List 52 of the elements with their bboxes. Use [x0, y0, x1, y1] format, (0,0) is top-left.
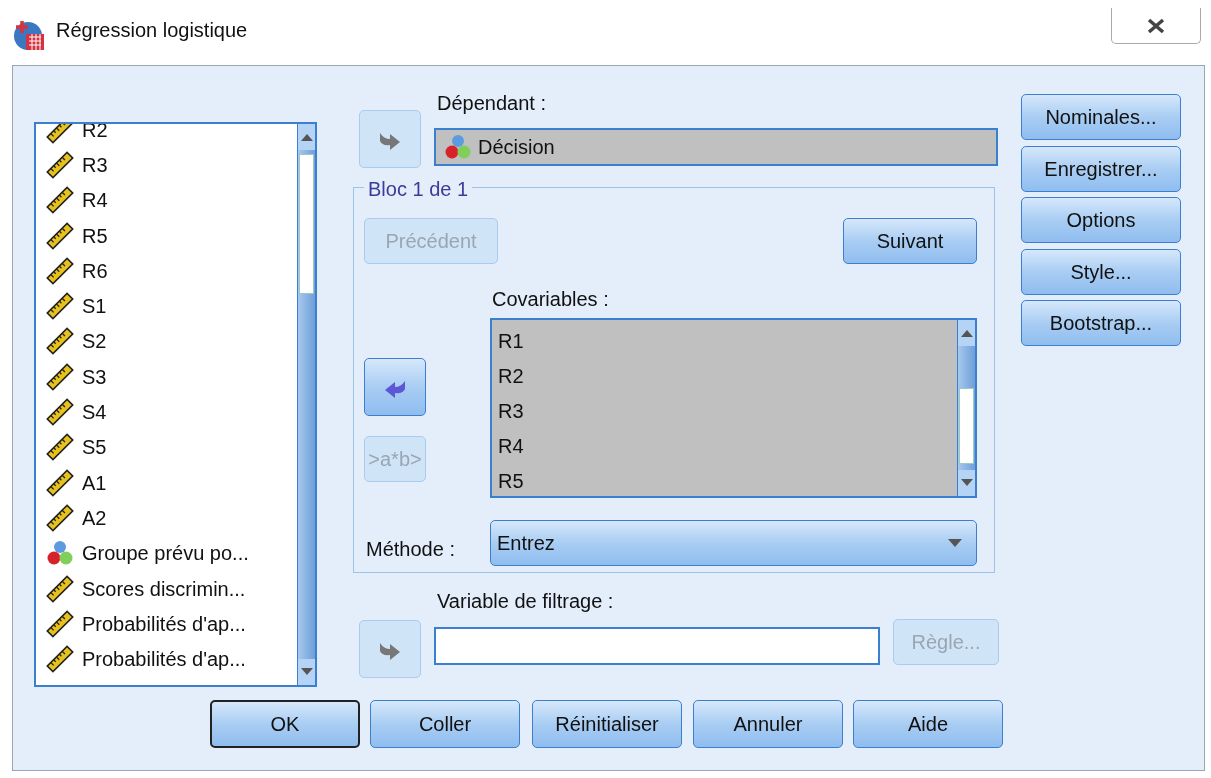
scrollbar-thumb[interactable]	[959, 388, 974, 464]
covariate-item[interactable]: R2	[498, 359, 957, 394]
variable-item[interactable]: R5	[46, 217, 297, 254]
covariate-item[interactable]: R3	[498, 394, 957, 429]
move-arrow-button[interactable]	[364, 358, 426, 416]
variable-item[interactable]: Probabilités d'ap...	[46, 606, 297, 642]
filter-label: Variable de filtrage :	[437, 589, 614, 614]
variable-item[interactable]: A2	[46, 500, 297, 536]
dialog-button[interactable]: Réinitialiser	[532, 700, 682, 748]
close-icon	[1146, 17, 1166, 34]
dialog-button[interactable]: Aide	[853, 700, 1003, 748]
variable-item[interactable]: S3	[46, 359, 297, 395]
caret-icon	[948, 539, 962, 547]
variable-item[interactable]: Probabilités d'ap...	[46, 641, 297, 677]
up-arrow-icon	[960, 329, 973, 337]
variable-item[interactable]: S1	[46, 288, 297, 324]
covariate-item[interactable]: R4	[498, 429, 957, 464]
variable-item[interactable]: A1	[46, 464, 297, 501]
variable-item[interactable]: R6	[46, 253, 297, 289]
dialog-button[interactable]: Coller	[370, 700, 520, 748]
filter-field[interactable]	[434, 627, 880, 665]
side-button[interactable]: Style...	[1021, 248, 1181, 295]
side-button[interactable]: Enregistrer...	[1021, 145, 1181, 192]
variable-item[interactable]: S2	[46, 323, 297, 360]
down-arrow-icon	[960, 479, 973, 487]
variable-item[interactable]: Scores discrimin...	[46, 570, 297, 607]
method-dropdown[interactable]: Entrez	[490, 520, 977, 566]
dialog-button[interactable]: OK	[210, 700, 360, 748]
next-button[interactable]: Suivant	[843, 218, 977, 264]
scrollbar-thumb[interactable]	[299, 154, 314, 294]
variable-item[interactable]: S5	[46, 429, 297, 465]
variable-item[interactable]: R3	[46, 147, 297, 183]
scrollbar[interactable]	[957, 320, 975, 496]
variable-item[interactable]: R4	[46, 182, 297, 218]
side-button[interactable]: Bootstrap...	[1021, 300, 1181, 346]
covariate-item[interactable]: R5	[498, 464, 957, 499]
variable-item[interactable]: Groupe prévu po...	[46, 535, 297, 571]
dependent-field[interactable]: Décision	[434, 128, 998, 166]
method-label: Méthode :	[366, 537, 455, 562]
app-icon	[12, 18, 46, 52]
side-button[interactable]: Nominales...	[1021, 94, 1181, 140]
covariates-label: Covariables :	[492, 287, 609, 312]
up-arrow-icon	[300, 133, 313, 141]
scrollbar[interactable]	[297, 124, 315, 685]
variable-item[interactable]: S4	[46, 394, 297, 430]
window-title: Régression logistique	[56, 18, 248, 42]
close-button[interactable]	[1111, 8, 1201, 44]
covariate-item[interactable]: R1	[498, 324, 957, 359]
side-button[interactable]: Options	[1021, 197, 1181, 243]
dialog-button[interactable]: Annuler	[693, 700, 843, 748]
down-arrow-icon	[300, 668, 313, 676]
dependent-label: Dépendant :	[437, 91, 546, 116]
